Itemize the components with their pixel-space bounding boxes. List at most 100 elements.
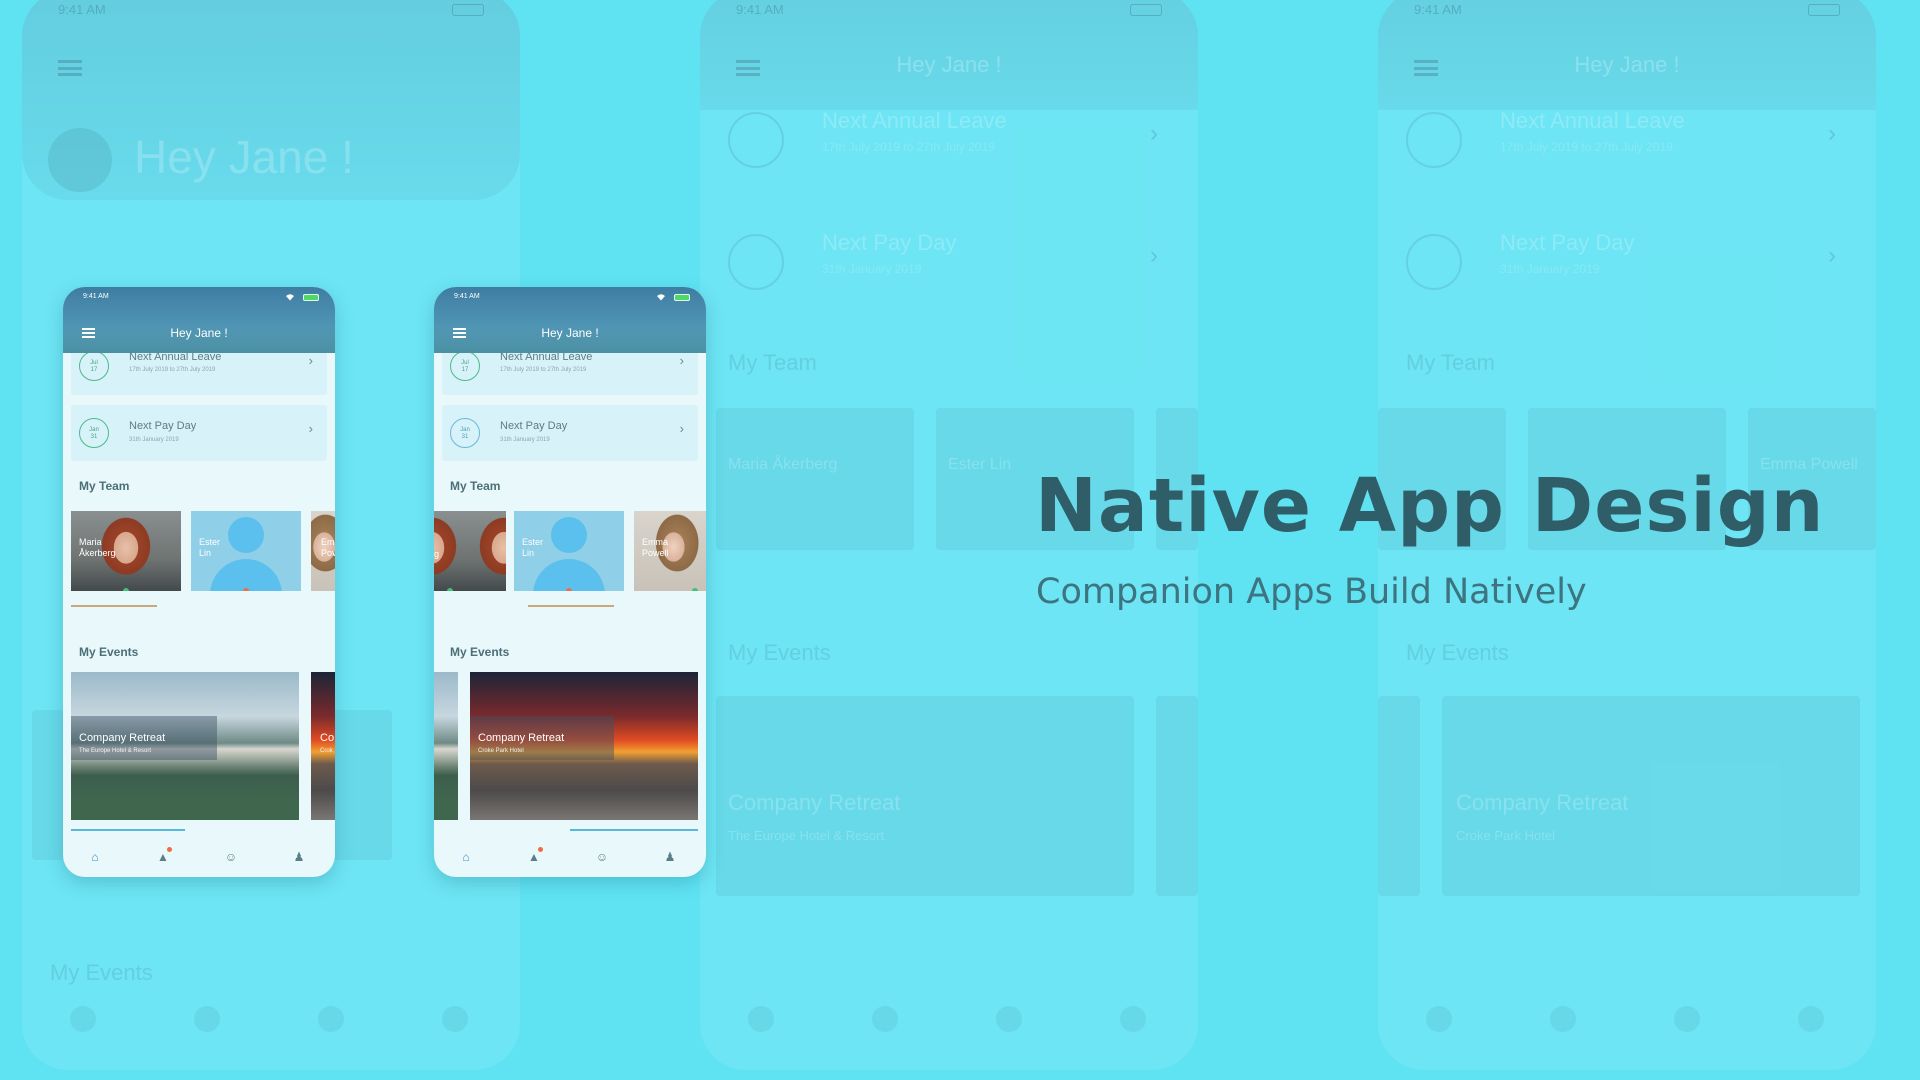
status-time: 9:41 AM [454,293,480,300]
bg-team-tile [716,408,914,550]
bg-pay-title: Next Pay Day [1500,230,1635,255]
bg-leave-sub: 17th July 2019 to 27th July 2019 [1500,140,1673,154]
bg-team-heading: My Team [1406,350,1495,375]
bg-greeting: Hey Jane ! [1574,52,1680,77]
date-day: 31 [90,434,98,440]
home-icon[interactable]: ⌂ [87,849,103,865]
smiley-icon[interactable]: ☺ [223,849,239,865]
bg-event-title: Company Retreat [1456,790,1629,815]
bg-status-time: 9:41 AM [58,2,106,17]
annual-leave-dates: 17th July 2019 to 27th July 2019 [129,367,216,373]
status-dot [566,588,572,591]
team-member-tile[interactable]: Ester Lin [514,511,624,591]
wifi-icon [286,294,294,301]
team-member-tile[interactable]: Emi Pov [311,511,335,591]
team-icon[interactable]: ♟ [662,849,678,865]
event-title: Company Retreat [478,732,565,744]
bg-date-ring [728,112,784,168]
events-carousel[interactable]: Company Retreat Croke Park Hotel [434,672,706,820]
event-location: Croke Park Hotel [478,748,524,754]
app-header: 9:41 AM Hey Jane ! [63,287,335,353]
calendar-date-badge: Jul 17 [450,351,480,381]
phone-mockup-1: 9:41 AM Hey Jane ! Jul 17 Next Annual Le… [63,287,335,877]
bg-events-heading: My Events [1406,640,1509,665]
bg-bottom-nav [700,1006,1198,1046]
bg-status-bar: 9:41 AM [58,2,484,22]
team-scroll-indicator [528,605,614,607]
events-scroll-indicator [71,829,185,831]
bg-status-bar: 9:41 AM [1414,2,1840,22]
bg-team-icon [442,1006,468,1032]
team-carousel[interactable]: Maria Åkerberg Ester Lin Emi Pov [63,511,335,591]
bg-team-name: Maria Åkerberg [728,456,838,473]
bell-icon[interactable]: ▲ [155,847,172,865]
bg-team-name: Ester Lin [948,456,1012,473]
bg-event-title: Company Retreat [728,790,901,815]
status-dot [123,588,129,591]
bg-bell-icon [872,1006,898,1032]
phone-mockup-2: 9:41 AM Hey Jane ! Jul 17 Next Annual Le… [434,287,706,877]
bg-bell-icon [194,1006,220,1032]
user-placeholder-icon [228,517,264,553]
my-team-heading: My Team [450,479,501,493]
pay-day-title: Next Pay Day [500,420,568,432]
bg-status-time: 9:41 AM [1414,2,1462,17]
bg-leave-title: Next Annual Leave [822,108,1007,133]
chevron-right-icon: › [679,353,684,368]
bg-team-icon [1798,1006,1824,1032]
team-icon[interactable]: ♟ [291,849,307,865]
bg-team-heading: My Team [728,350,817,375]
team-member-tile[interactable]: Ester Lin [191,511,301,591]
bg-date-ring [728,234,784,290]
home-icon[interactable]: ⌂ [458,849,474,865]
pay-day-date: 31th January 2019 [129,437,179,443]
bg-pay-row: Next Pay Day 31th January 2019 › [1406,222,1846,318]
bg-avatar [48,128,112,192]
event-card[interactable]: Co Crok [311,672,335,820]
bg-chevron-right-icon: › [1150,242,1158,269]
my-events-heading: My Events [450,645,510,659]
greeting-title: Hey Jane ! [170,326,228,340]
bg-greeting: Hey Jane ! [896,52,1002,77]
team-carousel[interactable]: erg EsterLin EmmaPowell [434,511,706,591]
smiley-icon[interactable]: ☺ [594,849,610,865]
my-team-heading: My Team [79,479,130,493]
events-carousel[interactable]: Company Retreat The Europe Hotel & Resor… [63,672,335,820]
bell-icon[interactable]: ▲ [526,847,543,865]
bg-leave-row: Next Annual Leave 17th July 2019 to 27th… [1406,100,1846,196]
bottom-nav: ⌂ ▲ ☺ ♟ [63,837,335,877]
date-day: 31 [461,434,469,440]
events-scroll-indicator [570,829,698,831]
bg-battery-icon [1130,4,1162,16]
team-member-tile[interactable]: Emma Powell [634,511,706,591]
status-dot [447,588,453,591]
bg-events-heading: My Events [728,640,831,665]
date-month: Jul [90,360,98,366]
event-location: The Europe Hotel & Resort [79,748,152,754]
date-day: 17 [461,367,469,373]
team-member-tile[interactable]: Maria Åkerberg [71,511,181,591]
bg-smiley-icon [1674,1006,1700,1032]
event-card[interactable]: Company Retreat Croke Park Hotel [470,672,698,820]
date-month: Jul [461,360,469,366]
bg-home-icon [1426,1006,1452,1032]
team-member-name: erg [434,549,440,559]
event-card[interactable] [434,672,458,820]
status-dot [243,588,249,591]
wifi-icon [657,294,665,301]
battery-icon [674,294,690,301]
my-events-heading: My Events [79,645,139,659]
team-member-tile[interactable]: erg [434,511,506,591]
bg-battery-icon [1808,4,1840,16]
bg-home-icon [748,1006,774,1032]
pay-day-card[interactable]: Jan 31 Next Pay Day 31th January 2019 › [442,405,698,461]
date-month: Jan [460,427,470,433]
battery-icon [303,294,319,301]
bg-bottom-nav [22,1006,520,1046]
chevron-right-icon: › [679,421,684,436]
pay-day-card[interactable]: Jan 31 Next Pay Day 31th January 2019 › [71,405,327,461]
greeting-title: Hey Jane ! [541,326,599,340]
event-card[interactable]: Company Retreat The Europe Hotel & Resor… [71,672,299,820]
bg-event-sub: The Europe Hotel & Resort [728,828,885,843]
bg-event-card [1378,696,1420,896]
